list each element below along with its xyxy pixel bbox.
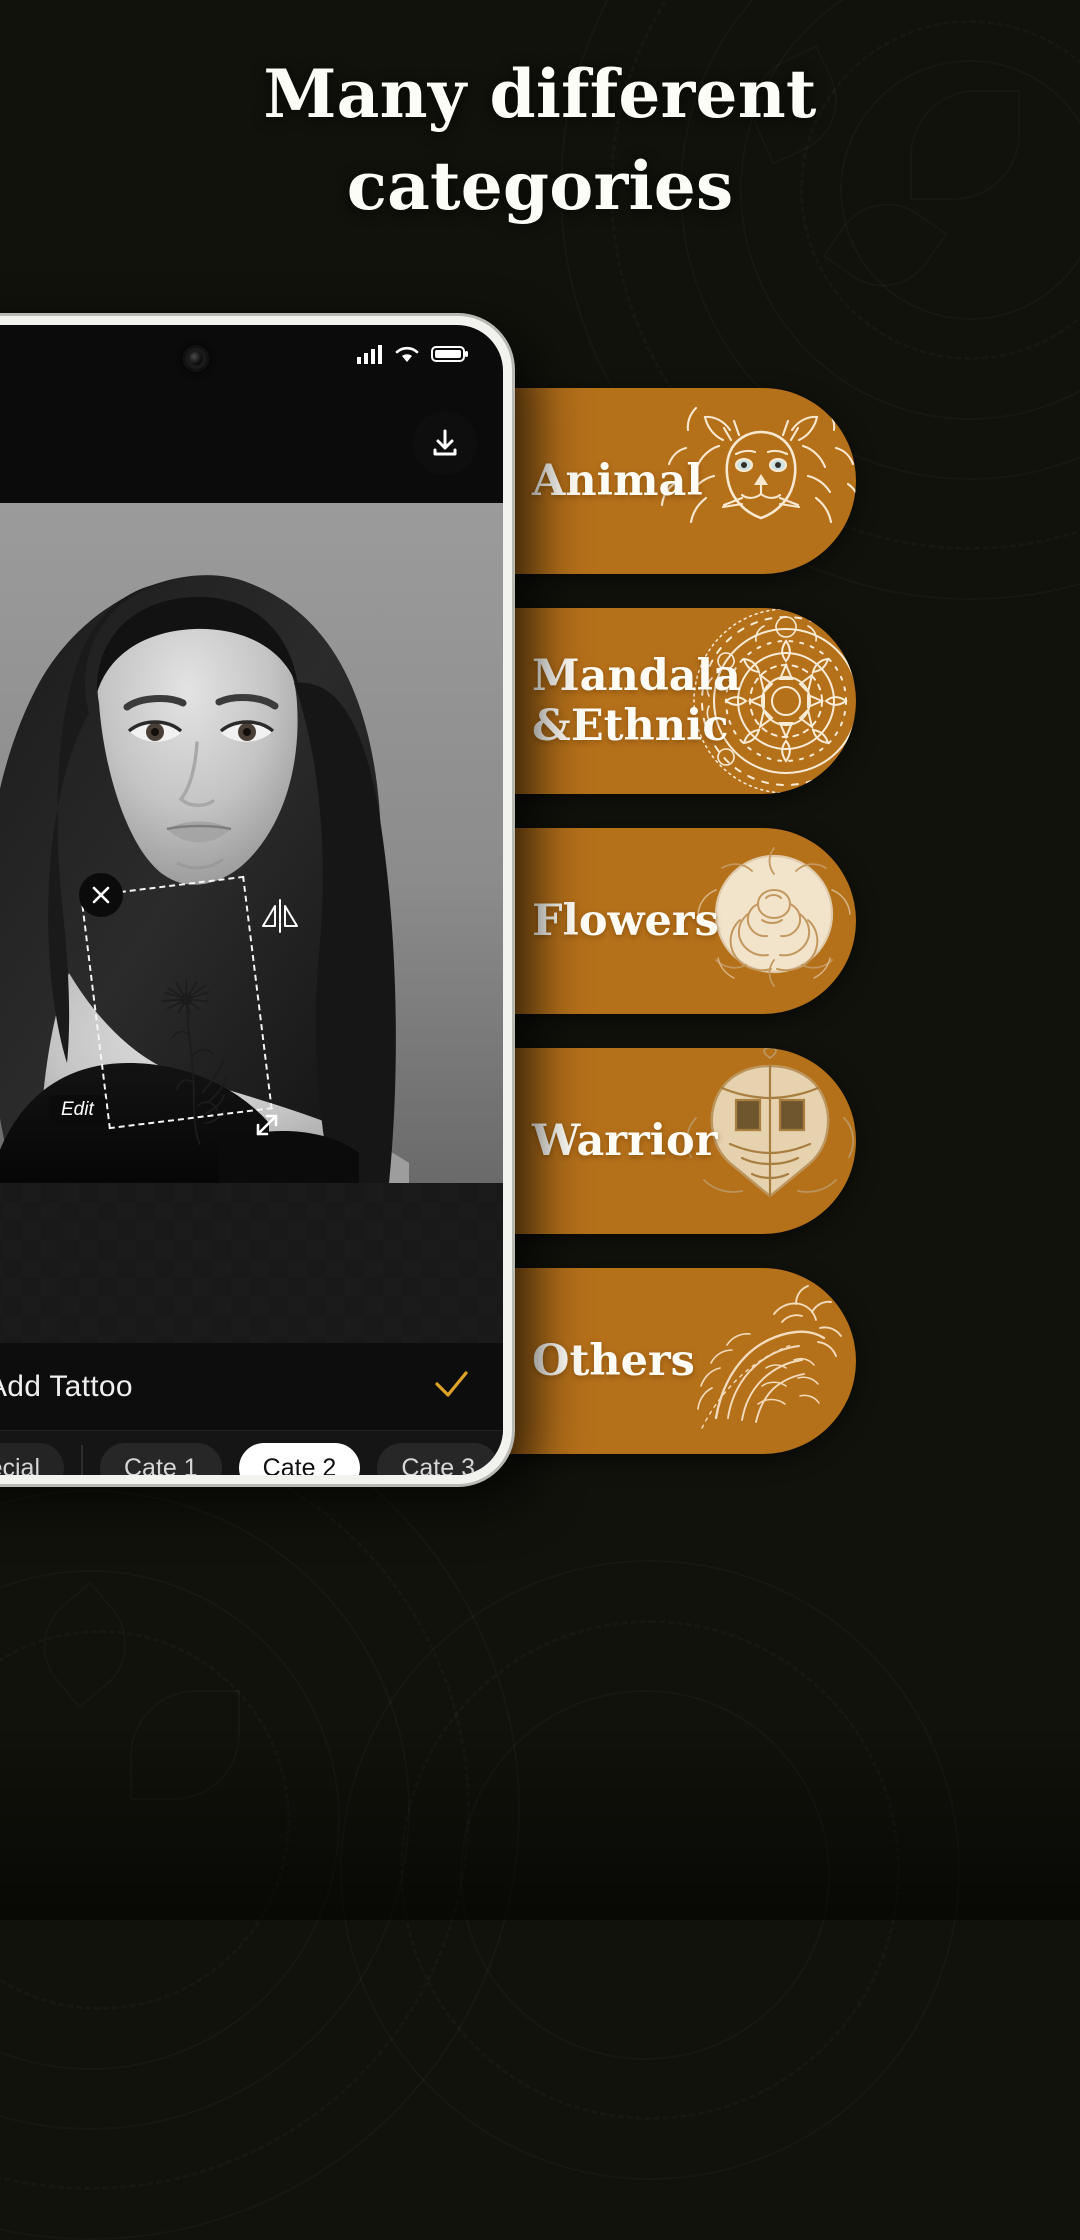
editor-panel: Add Tattoo Special bbox=[0, 1183, 503, 1475]
confirm-button[interactable] bbox=[429, 1365, 473, 1408]
chip-label: Cate 1 bbox=[124, 1453, 198, 1476]
tattoo-flip-handle[interactable] bbox=[254, 895, 306, 937]
category-chip-row[interactable]: Special Cate 1 Cate 2 Cate 3 C bbox=[0, 1431, 503, 1475]
category-label: Mandala &Ethnic bbox=[504, 651, 741, 751]
add-tattoo-bar[interactable]: Add Tattoo bbox=[0, 1343, 503, 1431]
category-label-line-1: Mandala bbox=[532, 651, 741, 701]
wifi-icon bbox=[395, 346, 419, 362]
chip-label: Cate 3 bbox=[401, 1453, 476, 1476]
category-label: Warrior bbox=[532, 1116, 718, 1166]
phone-screen: 7:30 bbox=[0, 325, 503, 1475]
chip-cate-3[interactable]: Cate 3 bbox=[377, 1443, 500, 1476]
top-nav-bar bbox=[0, 383, 503, 503]
category-card-flowers[interactable]: Flowers bbox=[504, 828, 856, 1014]
category-label-line-2: &Ethnic bbox=[532, 701, 729, 751]
category-label: Others bbox=[532, 1336, 695, 1386]
add-tattoo-label: Add Tattoo bbox=[0, 1369, 133, 1403]
flip-horizontal-icon bbox=[262, 899, 298, 933]
panel-checker-area bbox=[0, 1183, 503, 1343]
headline-line-2: categories bbox=[346, 147, 734, 225]
category-card-list: Animal Mandala &Ethnic Flowers Warrior O… bbox=[504, 388, 856, 1488]
chip-divider bbox=[81, 1445, 83, 1475]
bottom-vignette bbox=[0, 1730, 1080, 1920]
tattoo-resize-handle[interactable] bbox=[245, 1103, 289, 1147]
category-card-warrior[interactable]: Warrior bbox=[504, 1048, 856, 1234]
headline-line-1: Many different bbox=[263, 55, 817, 133]
close-icon bbox=[92, 886, 110, 904]
check-icon bbox=[435, 1371, 468, 1397]
download-icon bbox=[433, 429, 457, 456]
battery-icon bbox=[431, 346, 468, 362]
resize-diagonal-icon bbox=[256, 1114, 278, 1136]
chip-label: Special bbox=[0, 1453, 40, 1476]
chip-label: Cate 2 bbox=[262, 1453, 337, 1476]
download-button[interactable] bbox=[413, 411, 477, 475]
tattoo-edit-label[interactable]: Edit bbox=[49, 1095, 106, 1125]
status-bar: 7:30 bbox=[0, 325, 503, 383]
category-label: Animal bbox=[532, 456, 703, 506]
phone-mockup: 7:30 bbox=[0, 316, 512, 1484]
chip-cate-1[interactable]: Cate 1 bbox=[100, 1443, 222, 1475]
chip-cate-2[interactable]: Cate 2 bbox=[238, 1443, 361, 1476]
tattoo-close-handle[interactable] bbox=[79, 873, 123, 917]
category-card-mandala-ethnic[interactable]: Mandala &Ethnic bbox=[504, 608, 856, 794]
status-icons bbox=[357, 344, 469, 364]
category-label: Flowers bbox=[532, 896, 719, 946]
signal-icon bbox=[357, 345, 382, 364]
page-title: Many different categories bbox=[0, 48, 1080, 232]
category-card-animal[interactable]: Animal bbox=[504, 388, 856, 574]
category-card-others[interactable]: Others bbox=[504, 1268, 856, 1454]
chip-special[interactable]: Special bbox=[0, 1443, 64, 1475]
